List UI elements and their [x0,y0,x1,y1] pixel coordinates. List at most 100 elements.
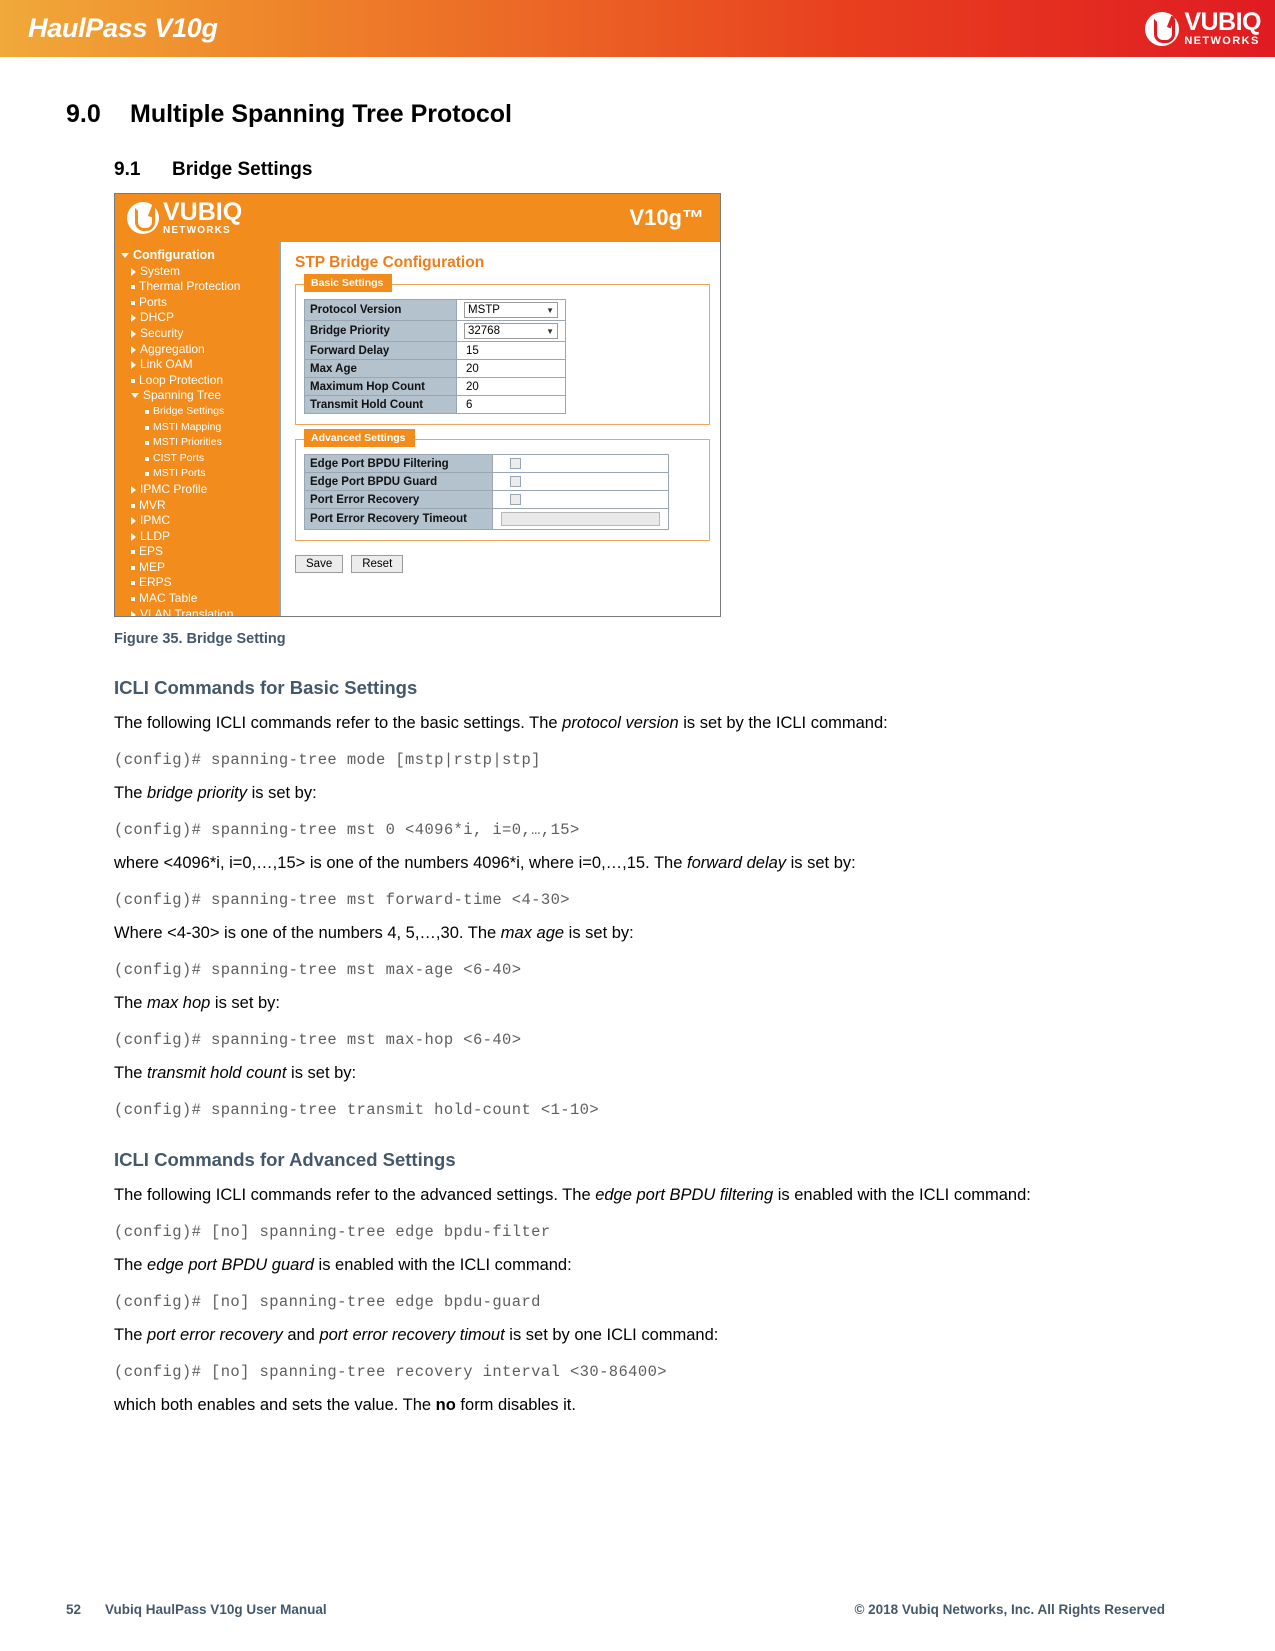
text-run: which both enables and sets the value. T… [114,1396,436,1414]
input-port-error-recovery-timeout[interactable] [501,512,660,526]
sidebar-item-loop-protection[interactable]: Loop Protection [119,373,279,389]
sidebar-item-label: MSTI Mapping [153,420,222,433]
input-max-age[interactable]: 20 [462,362,560,376]
input-transmit-hold-count[interactable]: 6 [462,398,560,412]
chevron-right-icon [131,485,136,494]
sidebar-item-msti-mapping[interactable]: MSTI Mapping [119,420,279,436]
sidebar-item-label: ERPS [139,575,172,590]
sidebar-item-configuration[interactable]: Configuration [119,248,279,264]
setting-value-cell: 15 [456,341,566,360]
table-row: Transmit Hold Count 6 [304,395,566,414]
select-protocol-version[interactable]: MSTP ▼ [464,302,558,318]
bullet-icon [131,597,135,602]
sidebar-item-vlan-translation[interactable]: VLAN Translation [119,607,279,616]
bullet-icon [131,550,135,555]
save-button[interactable]: Save [295,555,344,573]
select-bridge-priority[interactable]: 32768 ▼ [464,323,558,339]
bullet-icon [131,565,135,570]
text-run: The [114,1064,148,1082]
product-title: HaulPass V10g [28,13,218,43]
checkbox-edge-port-bpdu-filtering[interactable] [510,458,521,469]
sidebar-item-msti-priorities[interactable]: MSTI Priorities [119,435,279,451]
sidebar-item-bridge-settings[interactable]: Bridge Settings [119,404,279,420]
sidebar-item-link-oam[interactable]: Link OAM [119,357,279,373]
sidebar-item-security[interactable]: Security [119,326,279,342]
basic-settings-fieldset: Basic Settings Protocol Version MSTP ▼ Brid… [295,274,710,425]
basic-code-3: (config)# spanning-tree mst forward-time… [114,891,570,909]
sidebar-item-ports[interactable]: Ports [119,295,279,311]
text-run: is set by: [247,784,317,802]
sidebar-item-msti-ports[interactable]: MSTI Ports [119,466,279,482]
chevron-right-icon [131,329,136,338]
chevron-down-icon: ▼ [546,326,554,336]
chevron-right-icon [131,610,136,616]
sidebar-item-dhcp[interactable]: DHCP [119,310,279,326]
sidebar-item-label: Ports [139,294,168,309]
webui-header: VUBIQ NETWORKS V10g™ [115,194,720,242]
bullet-icon [145,472,149,477]
bullet-icon [145,441,149,446]
sidebar-item-label: Configuration [133,248,215,262]
input-forward-delay[interactable]: 15 [462,344,560,358]
emphasis-run: forward delay [686,854,787,872]
sidebar-item-label: MVR [139,497,166,512]
basic-code-1: (config)# spanning-tree mode [mstp|rstp|… [114,751,541,769]
advanced-paragraph-3: The port error recovery and port error r… [114,1325,1124,1346]
sidebar-item-aggregation[interactable]: Aggregation [119,342,279,358]
sidebar-item-erps[interactable]: ERPS [119,575,279,591]
webui-model-label: V10g™ [629,205,704,230]
sidebar-item-lldp[interactable]: LLDP [119,529,279,545]
basic-code-6: (config)# spanning-tree transmit hold-co… [114,1101,600,1119]
sidebar-item-label: MEP [139,559,166,574]
sidebar-item-label: CIST Ports [153,451,205,464]
reset-button[interactable]: Reset [351,555,404,573]
input-maximum-hop-count[interactable]: 20 [462,380,560,394]
sidebar-item-system[interactable]: System [119,264,279,280]
sidebar-item-ipmc[interactable]: IPMC [119,513,279,529]
webui-sidebar-nav[interactable]: Configuration System Thermal Protection Por… [115,242,281,616]
emphasis-run: port error recovery timout [319,1326,505,1344]
vubiq-logo: VUBIQ NETWORKS [1145,10,1261,47]
webui-logo-primary: VUBIQ [163,198,243,226]
sidebar-item-thermal-protection[interactable]: Thermal Protection [119,279,279,295]
webui-page-title: STP Bridge Configuration [295,254,485,271]
webui-body: Configuration System Thermal Protection Por… [115,242,720,616]
sidebar-item-eps[interactable]: EPS [119,544,279,560]
manual-title: Vubiq HaulPass V10g User Manual [105,1602,327,1617]
sidebar-item-cist-ports[interactable]: CIST Ports [119,451,279,467]
page-banner: HaulPass V10g VUBIQ NETWORKS [0,0,1275,57]
sidebar-item-mvr[interactable]: MVR [119,498,279,514]
chevron-down-icon [131,393,139,399]
checkbox-port-error-recovery[interactable] [510,494,521,505]
setting-label: Maximum Hop Count [304,377,457,396]
checkbox-edge-port-bpdu-guard[interactable] [510,476,521,487]
basic-settings-legend: Basic Settings [304,274,393,292]
setting-label: Edge Port BPDU Guard [304,472,493,491]
subsection-number: 9.1 [114,159,141,180]
logo-secondary-text: NETWORKS [1184,35,1260,47]
sidebar-item-ipmc-profile[interactable]: IPMC Profile [119,482,279,498]
basic-paragraph-5: The max hop is set by: [114,993,1124,1014]
bullet-icon [145,425,149,430]
basic-code-4: (config)# spanning-tree mst max-age <6-4… [114,961,522,979]
page-content: 9.0 Multiple Spanning Tree Protocol 9.1 … [0,100,1275,1416]
setting-label: Forward Delay [304,341,457,360]
subsection-heading: 9.1 Bridge Settings [114,159,1165,181]
advanced-paragraph-1: The following ICLI commands refer to the… [114,1185,1124,1206]
sidebar-item-mep[interactable]: MEP [119,560,279,576]
setting-label: Max Age [304,359,457,378]
sidebar-item-mac-table[interactable]: MAC Table [119,591,279,607]
setting-label: Protocol Version [304,299,457,321]
page-number: 52 [66,1602,82,1617]
bullet-icon [131,581,135,586]
webui-screenshot: VUBIQ NETWORKS V10g™ Configuration System… [114,193,721,617]
chevron-right-icon [131,345,136,354]
table-row: Maximum Hop Count 20 [304,377,566,396]
figure-caption: Figure 35. Bridge Setting [114,631,286,647]
basic-paragraph-1: The following ICLI commands refer to the… [114,713,1124,734]
setting-label: Edge Port BPDU Filtering [304,454,493,473]
emphasis-run: bridge priority [147,784,247,802]
sidebar-item-label: Spanning Tree [143,388,222,403]
section-heading: 9.0 Multiple Spanning Tree Protocol [66,100,1165,129]
sidebar-item-spanning-tree[interactable]: Spanning Tree [119,388,279,404]
